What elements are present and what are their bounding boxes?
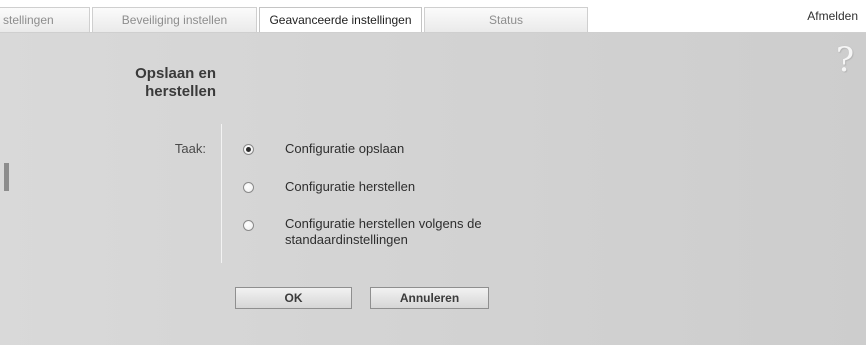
- tab-beveiliging-instellen[interactable]: Beveiliging instellen: [92, 7, 257, 33]
- tab-instellingen[interactable]: stellingen: [0, 7, 90, 33]
- option-label-standaard-line1: Configuratie herstellen volgens de: [285, 216, 482, 231]
- form-divider: [221, 124, 222, 263]
- option-label-opslaan[interactable]: Configuratie opslaan: [285, 141, 545, 157]
- radio-standaardinstellingen[interactable]: [243, 220, 254, 231]
- radio-configuratie-opslaan[interactable]: [243, 144, 254, 155]
- section-title: Opslaan en herstellen: [90, 65, 216, 101]
- option-label-standaard-line2: standaardinstellingen: [285, 232, 408, 247]
- help-icon[interactable]: ?: [832, 40, 858, 82]
- ok-button[interactable]: OK: [235, 287, 352, 309]
- cancel-button[interactable]: Annuleren: [370, 287, 489, 309]
- option-label-herstellen[interactable]: Configuratie herstellen: [285, 179, 545, 195]
- task-label: Taak:: [174, 141, 206, 156]
- nav-scroll-handle[interactable]: [4, 163, 9, 191]
- radio-configuratie-herstellen[interactable]: [243, 182, 254, 193]
- tab-status[interactable]: Status: [424, 7, 588, 33]
- tab-geavanceerde-instellingen[interactable]: Geavanceerde instellingen: [259, 7, 422, 34]
- logout-link[interactable]: Afmelden: [807, 9, 858, 23]
- option-label-standaard[interactable]: Configuratie herstellen volgens de stand…: [285, 216, 545, 248]
- section-title-line1: Opslaan en: [135, 65, 216, 82]
- top-tab-bar: stellingen Beveiliging instellen Geavanc…: [0, 0, 866, 34]
- section-title-line2: herstellen: [145, 83, 216, 100]
